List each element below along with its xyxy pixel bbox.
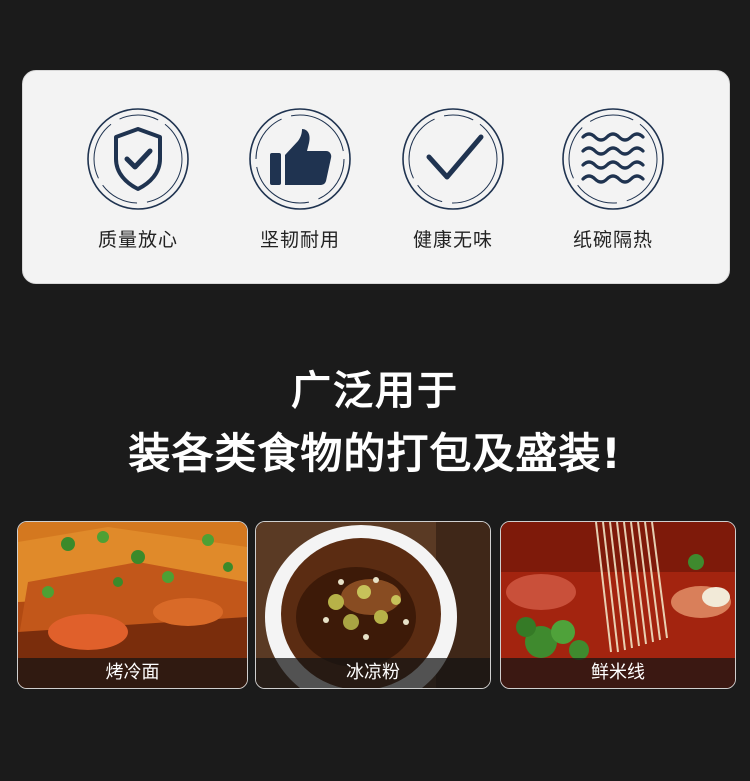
thumbs-up-icon	[248, 107, 352, 211]
food-caption: 鲜米线	[501, 658, 735, 688]
food-photo-rice-noodles: 鲜米线	[500, 521, 736, 689]
features-card: 质量放心 坚韧耐用 健康无味 纸碗隔热	[22, 70, 730, 284]
feature-label: 质量放心	[97, 229, 178, 251]
shield-check-icon	[86, 107, 190, 211]
checkmark-icon	[401, 107, 505, 211]
feature-label: 健康无味	[412, 229, 493, 251]
heat-waves-icon	[561, 107, 665, 211]
feature-durable: 坚韧耐用	[230, 107, 370, 257]
food-caption: 冰凉粉	[256, 658, 490, 688]
feature-healthy: 健康无味	[383, 107, 523, 257]
headline-line-1: 广泛用于	[291, 368, 459, 414]
food-photo-jelly: 冰凉粉	[255, 521, 491, 689]
feature-insulated: 纸碗隔热	[543, 107, 683, 257]
feature-label: 纸碗隔热	[572, 229, 653, 251]
feature-quality: 质量放心	[68, 107, 208, 257]
food-caption: 烤冷面	[18, 658, 247, 688]
food-photo-grilled-noodles: 烤冷面	[17, 521, 248, 689]
feature-label: 坚韧耐用	[259, 229, 340, 251]
headline-line-2: 装各类食物的打包及盛装!	[128, 429, 622, 478]
